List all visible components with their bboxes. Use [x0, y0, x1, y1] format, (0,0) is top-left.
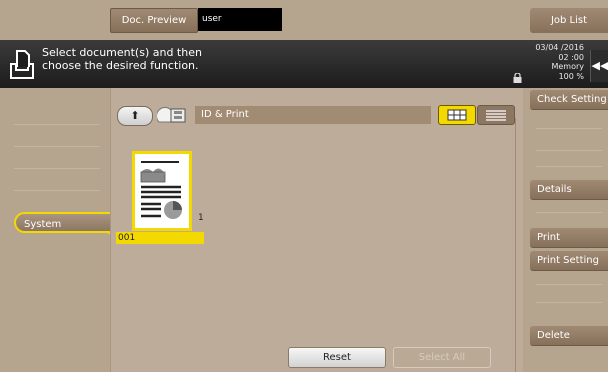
memory-label: Memory	[551, 62, 584, 71]
document-name[interactable]: 001	[116, 232, 204, 244]
select-all-button[interactable]: Select All	[393, 347, 491, 368]
status-time: 02 :00	[558, 52, 584, 62]
right-function-panel: Check Setting Details Print Print Settin…	[530, 88, 608, 372]
box-tray-icon	[10, 50, 34, 79]
list-view-button[interactable]	[477, 105, 515, 125]
thumbnail-view-button[interactable]	[438, 105, 476, 125]
divider	[14, 124, 100, 125]
check-setting-button[interactable]: Check Setting	[530, 90, 608, 110]
status-date: 03/04 /2016	[535, 43, 584, 52]
up-folder-button[interactable]: ⬆	[117, 106, 153, 126]
user-box-icon	[157, 107, 186, 123]
divider	[536, 212, 602, 213]
top-bar: Doc. Preview user Job List	[0, 0, 608, 40]
user-name-display: user	[198, 8, 282, 31]
tab-system[interactable]: System	[14, 212, 110, 233]
divider	[536, 284, 602, 285]
print-setting-button[interactable]: Print Setting	[530, 251, 608, 271]
doc-preview-button[interactable]: Doc. Preview	[110, 8, 198, 33]
divider	[14, 146, 100, 147]
document-thumbnail[interactable]	[132, 151, 192, 231]
double-arrow-left-icon: ◀◀	[591, 59, 608, 72]
divider	[515, 118, 516, 372]
document-preview-icon	[140, 161, 182, 219]
memory-value: 100 %	[558, 71, 584, 81]
main-panel: ⬆ ID & Print 1 001 Reset Select All	[110, 88, 523, 372]
reset-button[interactable]: Reset	[288, 347, 386, 368]
details-button[interactable]: Details	[530, 180, 608, 200]
job-list-button[interactable]: Job List	[530, 8, 608, 33]
list-view-icon	[486, 110, 506, 121]
divider	[536, 128, 602, 129]
document-page-count: 1	[198, 213, 204, 223]
main-header: ⬆ ID & Print	[111, 104, 523, 126]
divider	[14, 190, 100, 191]
instruction-message: Select document(s) and then choose the d…	[42, 46, 202, 72]
status-panel: 03/04 /2016 02 :00 Memory 100 %	[535, 43, 584, 81]
divider	[536, 166, 602, 167]
divider	[536, 302, 602, 303]
divider	[14, 168, 100, 169]
delete-button[interactable]: Delete	[530, 326, 608, 346]
divider	[536, 150, 602, 151]
message-bar: Select document(s) and then choose the d…	[0, 40, 608, 88]
box-path: ID & Print	[195, 106, 431, 124]
lock-icon	[513, 73, 522, 83]
back-arrow-button[interactable]: ◀◀	[590, 50, 608, 82]
grid-view-icon	[447, 109, 467, 121]
print-button[interactable]: Print	[530, 228, 608, 248]
up-arrow-icon: ⬆	[130, 109, 140, 122]
